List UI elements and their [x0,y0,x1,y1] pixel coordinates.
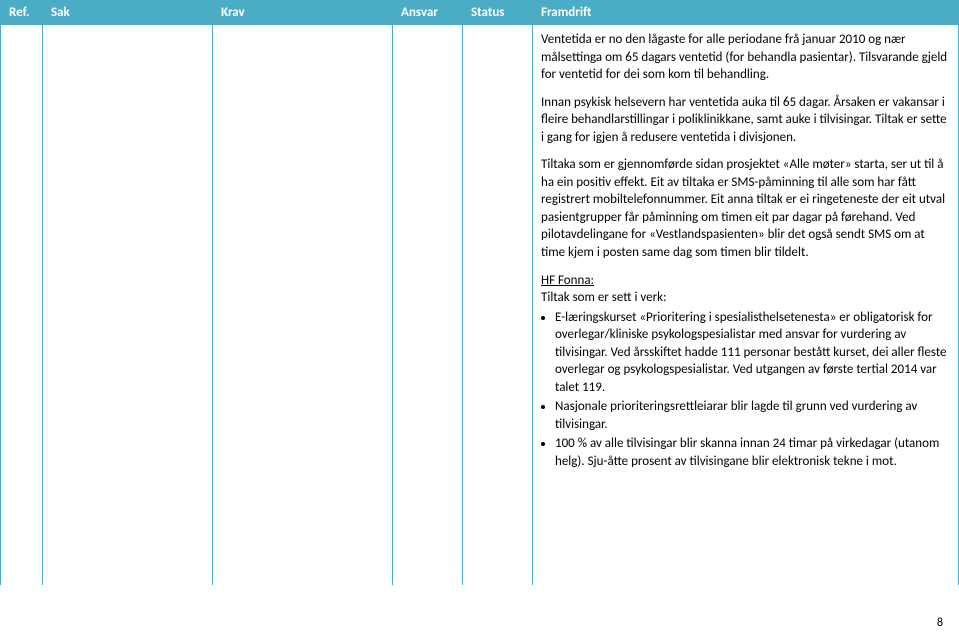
framdrift-p1: Ventetida er no den lågaste for alle per… [541,31,950,84]
list-item: E-læringskurset «Prioritering i spesiali… [555,309,950,397]
hf-fonna-sub: Tiltak som er sett i verk: [541,290,667,305]
table-header-row: Ref. Sak Krav Ansvar Status Framdrift [1,1,959,25]
status-table: Ref. Sak Krav Ansvar Status Framdrift Ve… [0,0,959,585]
col-header-status: Status [463,1,533,25]
col-header-krav: Krav [213,1,393,25]
cell-sak [43,25,213,585]
cell-ansvar [393,25,463,585]
framdrift-p3: Tiltaka som er gjennomførde sidan prosje… [541,156,950,261]
col-header-sak: Sak [43,1,213,25]
cell-krav [213,25,393,585]
table-row: Ventetida er no den lågaste for alle per… [1,25,959,585]
hf-fonna-title: HF Fonna: [541,273,594,288]
hf-fonna-block: HF Fonna: Tiltak som er sett i verk: E-l… [541,272,950,471]
framdrift-p2: Innan psykisk helsevern har ventetida au… [541,94,950,147]
col-header-ansvar: Ansvar [393,1,463,25]
list-item: Nasjonale prioriteringsrettleiarar blir … [555,398,950,433]
col-header-ref: Ref. [1,1,43,25]
cell-ref [1,25,43,585]
hf-fonna-bullets: E-læringskurset «Prioritering i spesiali… [541,309,950,471]
cell-framdrift: Ventetida er no den lågaste for alle per… [533,25,959,585]
page-number: 8 [937,616,943,630]
cell-status [463,25,533,585]
list-item: 100 % av alle tilvisingar blir skanna in… [555,435,950,470]
col-header-framdrift: Framdrift [533,1,959,25]
